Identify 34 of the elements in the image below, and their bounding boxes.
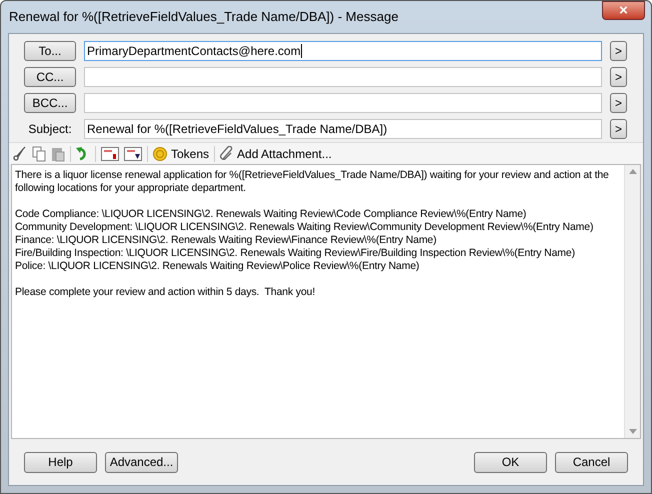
expand-button[interactable]: > xyxy=(610,40,627,60)
add-attachment-button[interactable]: Add Attachment... xyxy=(220,144,332,162)
document-icon[interactable] xyxy=(124,146,142,160)
tokens-button[interactable]: Tokens xyxy=(153,144,210,162)
body-text: Police: \LIQUOR LICENSING\2. Renewals Waiting Review\Police Review\%(Entry Name) xyxy=(15,260,420,273)
subject-field[interactable]: Renewal for %([RetrieveFieldValues_Trade Name/DBA]) xyxy=(84,118,602,138)
window-title: Renewal for %([RetrieveFieldValues_Trade Name/DBA]) - Message xyxy=(9,8,398,26)
scrollbar[interactable] xyxy=(624,165,640,438)
body-text: Community Development: \LIQUOR LICENSING\2. Renewals Waiting Review\Community Development Review\%(Entry Name) xyxy=(15,221,594,234)
recipient-field[interactable] xyxy=(84,66,602,86)
dialog-button[interactable]: OK xyxy=(474,452,547,472)
recipient-field[interactable] xyxy=(84,92,602,112)
recipient-button[interactable]: BCC... xyxy=(24,92,76,112)
body-text: There is a liquor license renewal application for %([RetrieveFieldValues_Trade Name/DBA]) waiting for your review and action at the following locations for your appropriate department. xyxy=(15,169,610,195)
expand-button[interactable]: > xyxy=(610,92,627,112)
paste-icon[interactable] xyxy=(51,146,65,162)
expand-button[interactable]: > xyxy=(610,66,627,86)
recipient-button[interactable]: CC... xyxy=(24,66,76,86)
body-text: Code Compliance: \LIQUOR LICENSING\2. Renewals Waiting Review\Code Compliance Review\%(Entry Name) xyxy=(15,208,528,221)
dialog-button[interactable]: Help xyxy=(24,452,97,472)
body-text: Please complete your review and action within 5 days. Thank you! xyxy=(15,286,316,299)
body-text: Fire/Building Inspection: \LIQUOR LICENSING\2. Renewals Waiting Review\Fire/Building Inspection Review\%(Entry Name) xyxy=(15,247,576,260)
coin-icon xyxy=(153,146,167,160)
recipient-field[interactable]: PrimaryDepartmentContacts@here.com xyxy=(84,40,602,60)
dialog-button[interactable]: Cancel xyxy=(555,452,628,472)
body-text: Finance: \LIQUOR LICENSING\2. Renewals Waiting Review\Finance Review\%(Entry Name) xyxy=(15,234,438,247)
scroll-up-icon[interactable] xyxy=(628,169,636,174)
subject-label: Subject: xyxy=(27,120,73,138)
paperclip-icon xyxy=(220,146,234,161)
copy-icon[interactable] xyxy=(32,146,46,162)
recipient-button[interactable]: To... xyxy=(24,40,76,60)
dialog-button[interactable]: Advanced... xyxy=(105,452,178,472)
expand-button[interactable]: > xyxy=(610,118,627,138)
scroll-down-icon[interactable] xyxy=(628,429,636,434)
